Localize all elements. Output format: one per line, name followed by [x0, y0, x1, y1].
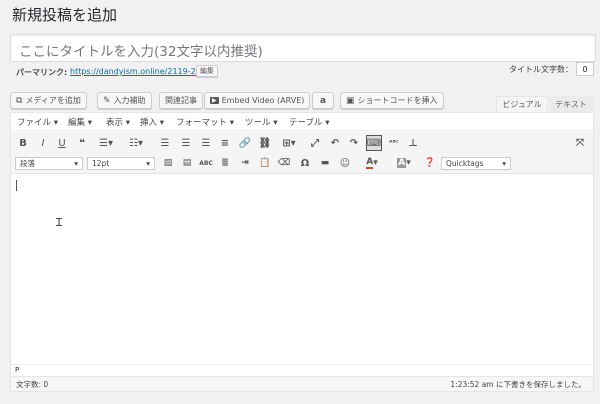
fullscreen-icon[interactable]: ⤢ — [308, 136, 322, 150]
hr-icon[interactable]: ≣ — [218, 156, 232, 170]
emoticon-icon[interactable]: ☺ — [338, 156, 352, 170]
paragraph-format-select[interactable]: 段落 ▾ — [15, 157, 83, 170]
strikethrough-icon[interactable]: ABC — [199, 156, 213, 170]
paste-icon[interactable]: 📋 — [258, 156, 272, 170]
menu-table[interactable]: テーブル ▾ — [289, 116, 329, 128]
media-icon: ⧉ — [16, 95, 23, 106]
align-right-icon[interactable]: ☰ — [199, 136, 213, 150]
menu-view[interactable]: 表示 ▾ — [106, 116, 130, 128]
quicktags-select[interactable]: Quicktags ▾ — [441, 157, 511, 170]
embed-video-button[interactable]: ▶ Embed Video (ARVE) — [204, 92, 311, 109]
undo-icon[interactable]: ↶ — [328, 136, 342, 150]
background-color-icon[interactable]: A ▾ — [392, 156, 416, 170]
menu-tools[interactable]: ツール ▾ — [245, 116, 277, 128]
image-icon[interactable]: ▨ — [161, 156, 175, 170]
mouse-ibeam-cursor: Ɪ — [56, 216, 63, 229]
expand-toolbar-icon[interactable]: ⤧ — [573, 136, 587, 150]
input-assist-button[interactable]: ✎ 入力補助 — [97, 92, 152, 109]
permalink-edit-button[interactable]: 編集 — [196, 65, 218, 77]
insert-shortcode-button[interactable]: ▣ ショートコードを挿入 — [340, 92, 444, 109]
title-count-label: タイトル文字数： — [509, 65, 573, 74]
menu-file[interactable]: ファイル ▾ — [17, 116, 58, 128]
blockquote-icon[interactable]: ❝ — [75, 136, 89, 150]
insert-shortcode-label: ショートコードを挿入 — [357, 96, 438, 105]
amazon-icon: a — [319, 95, 327, 106]
text-color-icon[interactable]: A ▾ — [360, 156, 384, 170]
menu-edit[interactable]: 編集 ▾ — [68, 116, 92, 128]
bold-icon[interactable]: B — [16, 136, 30, 150]
align-justify-icon[interactable]: ≡ — [218, 136, 232, 150]
tab-visual[interactable]: ビジュアル — [496, 96, 548, 112]
page-title: 新規投稿を追加 — [12, 6, 118, 24]
italic-icon[interactable]: I — [36, 136, 50, 150]
font-size-select[interactable]: 12pt ▾ — [87, 157, 155, 170]
clear-formatting-icon[interactable]: ⌫ — [277, 156, 291, 170]
permalink-link[interactable]: https://dandyism.online/2119-2/ — [70, 67, 198, 76]
align-left-icon[interactable]: ☰ — [158, 136, 172, 150]
add-media-label: メディアを追加 — [25, 96, 81, 105]
table-icon[interactable]: ⊞▾ — [279, 136, 299, 150]
video-icon: ▶ — [210, 97, 219, 104]
special-character-icon[interactable]: Ω — [298, 156, 312, 170]
keyboard-icon[interactable]: ⌨ — [366, 135, 382, 151]
stamp-icon[interactable]: ⊥ — [406, 136, 420, 150]
element-path: P — [11, 364, 593, 376]
menu-format[interactable]: フォーマット ▾ — [176, 116, 234, 128]
link-icon[interactable]: 🔗 — [238, 136, 252, 150]
quicktags-label: Quicktags — [446, 159, 484, 168]
spellcheck-icon[interactable]: ᴬᴮᶜ — [387, 136, 401, 150]
numbered-list-icon[interactable]: ☷▾ — [126, 136, 146, 150]
help-icon[interactable]: ❓ — [423, 156, 437, 170]
indent-icon[interactable]: ⇥ — [238, 156, 252, 170]
embed-video-label: Embed Video (ARVE) — [221, 96, 305, 105]
title-count-value: 0 — [576, 62, 594, 76]
autosave-status: 1:23:52 am に下書きを保存しました。 — [450, 380, 586, 389]
unlink-icon[interactable]: ⛓ — [258, 136, 272, 150]
input-assist-label: 入力補助 — [113, 96, 146, 105]
word-count: 文字数: 0 — [16, 380, 49, 389]
redo-icon[interactable]: ↷ — [347, 136, 361, 150]
amazon-button[interactable]: a — [312, 92, 334, 109]
related-posts-button[interactable]: 関連記事 — [159, 92, 203, 109]
font-size-label: 12pt — [92, 159, 110, 168]
menu-insert[interactable]: 挿入 ▾ — [140, 116, 164, 128]
add-media-button[interactable]: ⧉ メディアを追加 — [10, 92, 87, 109]
editor-content-area[interactable] — [11, 175, 593, 363]
bulleted-list-icon[interactable]: ☰▾ — [96, 136, 116, 150]
underline-icon[interactable]: U — [55, 136, 69, 150]
post-title-input[interactable]: ここにタイトルを入力(32文字以内推奨) — [10, 34, 596, 62]
text-caret — [16, 180, 17, 191]
align-center-icon[interactable]: ☰ — [179, 136, 193, 150]
horizontal-line-icon[interactable]: ▬ — [318, 156, 332, 170]
related-posts-label: 関連記事 — [165, 96, 197, 105]
permalink-label: パーマリンク: — [16, 68, 68, 77]
paragraph-format-label: 段落 — [20, 159, 35, 168]
pen-icon: ✎ — [103, 95, 111, 106]
gallery-icon[interactable]: ▤ — [180, 156, 194, 170]
shortcode-icon: ▣ — [346, 95, 355, 106]
tab-text[interactable]: テキスト — [549, 96, 593, 112]
